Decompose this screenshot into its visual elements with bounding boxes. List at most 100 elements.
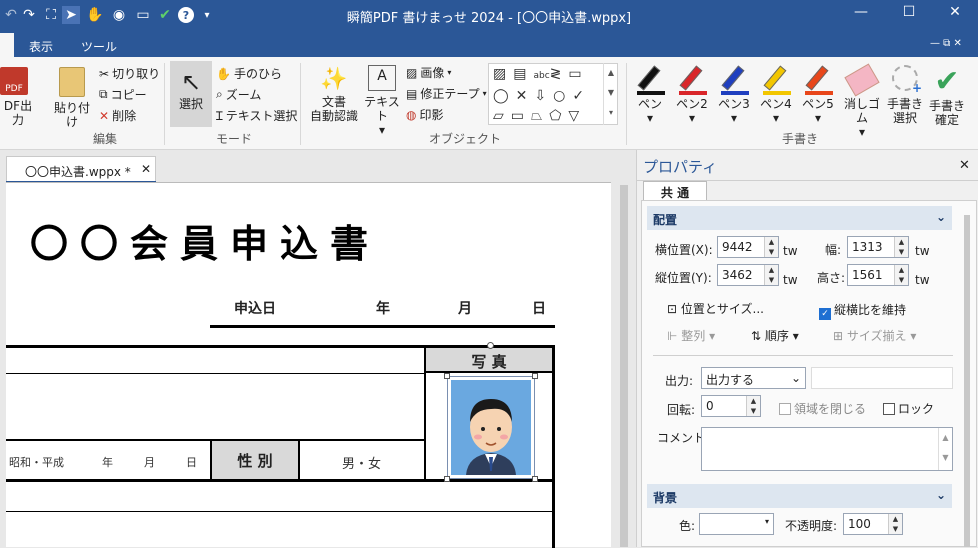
pen-button-2[interactable]: ペン2 ▾: [672, 65, 712, 125]
section-layout[interactable]: 配置 ⌄: [647, 206, 952, 230]
dropdown-arrow-icon: ▾: [730, 111, 738, 125]
rotate-input[interactable]: 0 ▲ ▼: [701, 395, 761, 417]
opacity-spin-buttons[interactable]: ▲ ▼: [888, 514, 902, 534]
ellipse-icon[interactable]: ◯: [493, 88, 516, 104]
text-select-button[interactable]: Ɪ テキスト選択: [216, 107, 297, 124]
pdf-page[interactable]: 〇〇会員申込書 申込日 年 月 日 写 真 昭和・平成 年 月 日 性 別 男・…: [6, 182, 611, 548]
rounded-rect-icon[interactable]: ▭: [568, 66, 588, 82]
copy-button[interactable]: ⧉ コピー: [99, 86, 147, 103]
height-spin-buttons[interactable]: ▲ ▼: [894, 265, 908, 285]
resize-handle-nw[interactable]: [444, 373, 450, 379]
stamp-button[interactable]: ◍ 印影: [406, 106, 444, 123]
align-button[interactable]: ⊩ 整列 ▾: [667, 327, 715, 344]
gallery-scroll[interactable]: ▲ ▼ ▾: [603, 63, 618, 125]
close-region-checkbox[interactable]: 領域を閉じる: [779, 400, 866, 417]
copy-icon: ⧉: [99, 87, 108, 101]
y-spin-buttons[interactable]: ▲ ▼: [764, 265, 778, 285]
abc-shape-icon[interactable]: abc: [533, 71, 549, 81]
position-size-button[interactable]: ⊡ 位置とサイズ...: [667, 300, 764, 317]
textbox-shape-icon[interactable]: ▤: [513, 66, 533, 82]
opacity-input[interactable]: 100 ▲ ▼: [843, 513, 903, 535]
date-underline: [210, 325, 555, 328]
birth-era-label: 昭和・平成: [9, 456, 64, 469]
color-select[interactable]: ▾: [699, 513, 774, 535]
callout-icon[interactable]: ▱: [493, 108, 511, 124]
circle-icon[interactable]: ○: [553, 88, 572, 104]
order-button[interactable]: ⇅ 順序 ▾: [751, 327, 799, 344]
lock-checkbox[interactable]: ロック: [883, 400, 934, 417]
shape-gallery[interactable]: ▨▤abc≷▭ ◯✕⇩○✓ ▱▭⏢⬠▽: [488, 63, 618, 125]
section-background[interactable]: 背景 ⌄: [647, 484, 952, 508]
rotate-spin-buttons[interactable]: ▲ ▼: [746, 396, 760, 416]
comment-scroll[interactable]: ▲ ▼: [938, 428, 952, 470]
eraser-button[interactable]: 消しゴム ▾: [840, 63, 884, 139]
x-position-input[interactable]: 9442 ▲ ▼: [717, 236, 779, 258]
handwriting-select-button[interactable]: + 手書き 選択: [884, 65, 926, 125]
dropdown-arrow-icon: ▾: [482, 89, 487, 98]
height-input[interactable]: 1561 ▲ ▼: [847, 264, 909, 286]
form-heading: 〇〇会員申込書: [30, 222, 381, 266]
keep-ratio-checkbox[interactable]: ✓ 縦横比を維持: [819, 301, 906, 320]
output-select[interactable]: 出力する ⌄: [701, 367, 806, 389]
handwriting-confirm-button[interactable]: ✔ 手書き 確定: [926, 65, 968, 128]
properties-scrollbar[interactable]: [964, 215, 970, 547]
menu-tab-home[interactable]: [0, 33, 14, 57]
y-position-input[interactable]: 3462 ▲ ▼: [717, 264, 779, 286]
delete-button[interactable]: ✕ 削除: [99, 107, 136, 124]
cross-icon[interactable]: ✕: [516, 88, 535, 104]
rect-icon[interactable]: ▭: [511, 108, 531, 124]
correction-tape-button[interactable]: ▤ 修正テープ ▾: [406, 85, 487, 102]
pdf-output-button[interactable]: PDF DF出力: [0, 67, 36, 127]
pen-button-1[interactable]: ペン ▾: [630, 65, 670, 125]
image-shape-icon[interactable]: ▨: [493, 66, 513, 82]
x-spin-buttons[interactable]: ▲ ▼: [764, 237, 778, 257]
close-button[interactable]: ✕: [944, 4, 966, 24]
maximize-button[interactable]: ☐: [898, 4, 920, 24]
checkmark-icon[interactable]: ✓: [572, 88, 591, 104]
close-panel-icon[interactable]: ✕: [959, 158, 970, 173]
trapezoid-icon[interactable]: ⏢: [531, 108, 549, 124]
cut-button[interactable]: ✂ 切り取り: [99, 65, 160, 82]
ribbon-minimize-icon[interactable]: — ⧉ ✕: [930, 38, 962, 49]
pen-button-5[interactable]: ペン5 ▾: [798, 65, 838, 125]
pen-button-3[interactable]: ペン3 ▾: [714, 65, 754, 125]
triangle-down-icon[interactable]: ▽: [568, 108, 586, 124]
pen-button-4[interactable]: ペン4 ▾: [756, 65, 796, 125]
auto-recog-line1: 文書: [321, 95, 346, 109]
minimize-button[interactable]: —: [850, 4, 872, 24]
output-extra-field[interactable]: [811, 367, 953, 389]
width-input[interactable]: 1313 ▲ ▼: [847, 236, 909, 258]
menu-view[interactable]: 表示: [29, 38, 53, 55]
document-tab[interactable]: 〇〇申込書.wppx * ✕: [6, 156, 156, 182]
rotation-handle[interactable]: [487, 342, 494, 349]
text-object-label: テキスト: [364, 95, 400, 123]
menu-tools[interactable]: ツール: [81, 38, 117, 55]
paste-button[interactable]: 貼り付け: [50, 67, 94, 129]
document-scrollbar[interactable]: [620, 185, 628, 547]
zoom-mode-button[interactable]: ⌕ ズーム: [216, 86, 261, 103]
tab-common[interactable]: 共 通: [643, 181, 707, 201]
resize-handle-se[interactable]: [532, 476, 538, 482]
width-value: 1313: [852, 240, 883, 254]
group-handwriting-label: 手書き: [781, 132, 818, 146]
arrow-down-icon[interactable]: ⇩: [534, 88, 553, 104]
photo-image-object[interactable]: [447, 376, 535, 479]
table-right-border: [552, 345, 555, 548]
stamp-label: 印影: [419, 108, 444, 122]
pentagon-icon[interactable]: ⬠: [549, 108, 568, 124]
output-label: 出力:: [665, 374, 694, 388]
hand-mode-button[interactable]: ✋ 手のひら: [216, 65, 282, 82]
comment-textarea[interactable]: ▲ ▼: [701, 427, 953, 471]
text-object-button[interactable]: A テキスト ▾: [362, 65, 402, 137]
close-tab-icon[interactable]: ✕: [141, 162, 151, 176]
resize-handle-sw[interactable]: [444, 476, 450, 482]
select-mode-button[interactable]: ↖ 選択: [170, 61, 212, 127]
auto-recognition-button[interactable]: ✨ 文書 自動認識: [306, 65, 362, 123]
position-size-icon: ⊡: [667, 302, 678, 316]
width-spin-buttons[interactable]: ▲ ▼: [894, 237, 908, 257]
zigzag-icon[interactable]: ≷: [550, 66, 569, 82]
resize-handle-ne[interactable]: [532, 373, 538, 379]
image-button[interactable]: ▨ 画像 ▾: [406, 64, 451, 81]
hand-icon: ✋: [216, 66, 231, 81]
size-align-button[interactable]: ⊞ サイズ揃え ▾: [833, 327, 916, 344]
